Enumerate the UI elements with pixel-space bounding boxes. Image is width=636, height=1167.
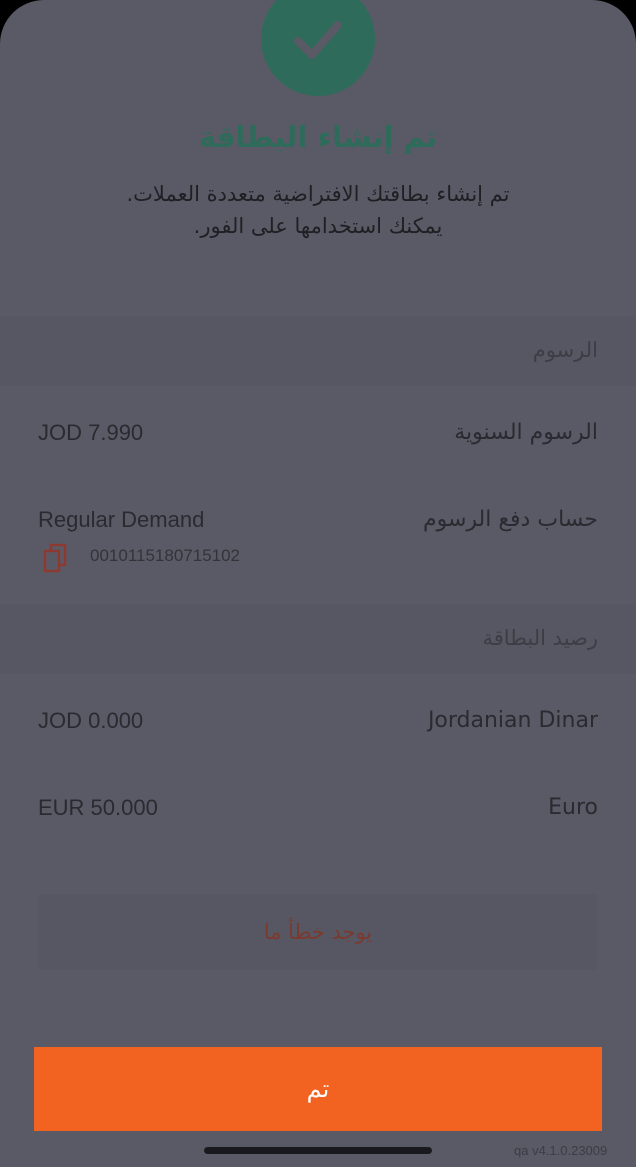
subtitle-line-1: تم إنشاء بطاقتك الافتراضية متعددة العملا… xyxy=(126,182,510,206)
checkmark-icon xyxy=(294,21,342,59)
annual-fee-label: الرسوم السنوية xyxy=(454,420,598,445)
fees-section-header: الرسوم xyxy=(0,316,636,386)
balance-amount-eur: EUR 50.000 xyxy=(38,795,158,820)
balance-section-title: رصيد البطاقة xyxy=(482,626,599,650)
balance-currency-eur: Euro xyxy=(548,795,598,820)
fee-account-label: حساب دفع الرسوم xyxy=(422,507,598,532)
balance-amount-jod: JOD 0.000 xyxy=(38,708,144,733)
error-message: يوجد خطأ ما xyxy=(38,894,598,970)
annual-fee-value: JOD 7.990 xyxy=(38,420,144,445)
fees-section-title: الرسوم xyxy=(532,338,598,362)
balance-currency-jod: Jordanian Dinar xyxy=(427,708,598,733)
done-button[interactable]: تم xyxy=(34,1047,602,1131)
page-title: تم إنشاء البطاقة xyxy=(198,120,438,154)
success-badge xyxy=(261,0,375,96)
version-label: qa v4.1.0.23009 xyxy=(514,1143,608,1158)
copy-icon[interactable] xyxy=(42,543,68,573)
fee-account-number: 0010115180715102 xyxy=(90,546,241,565)
fee-account-name: Regular Demand xyxy=(38,507,205,532)
subtitle-line-2: يمكنك استخدامها على الفور. xyxy=(193,214,443,238)
balance-section-header: رصيد البطاقة xyxy=(0,604,636,674)
home-indicator[interactable] xyxy=(204,1147,432,1154)
success-screen: تم إنشاء البطاقة تم إنشاء بطاقتك الافترا… xyxy=(0,0,636,1167)
page-subtitle: تم إنشاء بطاقتك الافتراضية متعددة العملا… xyxy=(60,178,576,242)
